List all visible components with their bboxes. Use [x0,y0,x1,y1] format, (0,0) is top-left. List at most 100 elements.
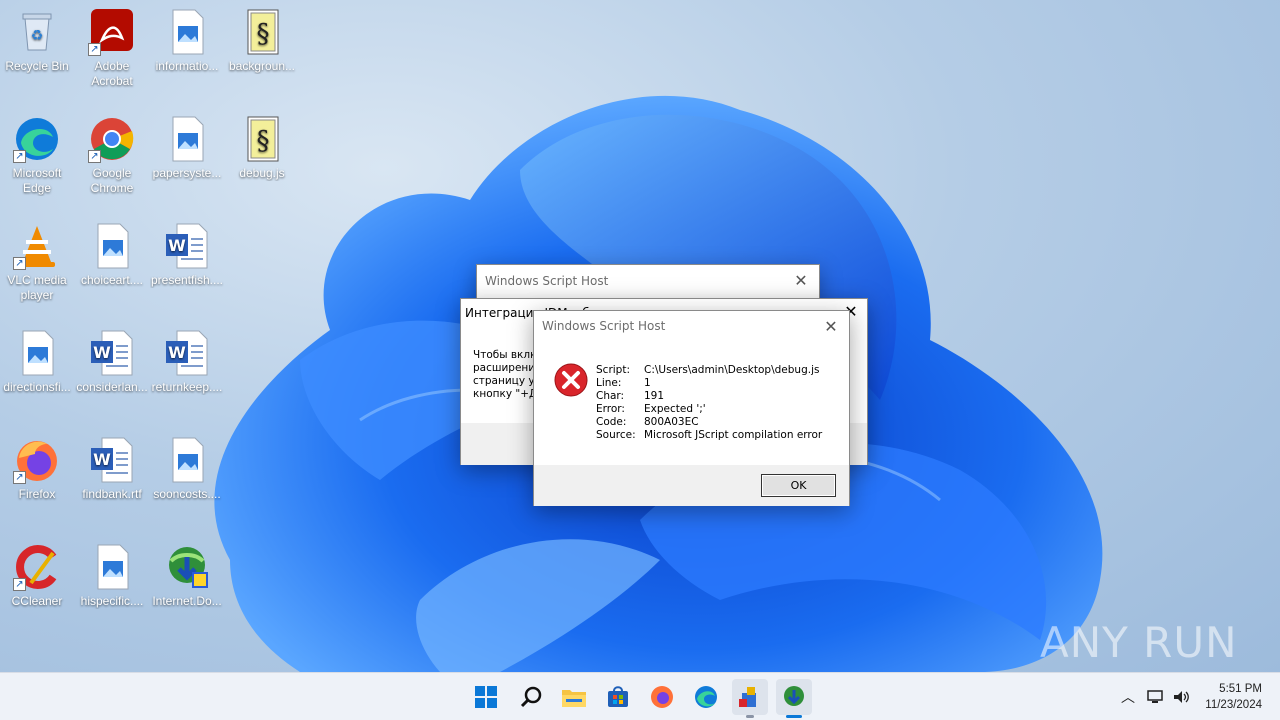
word-file-icon: W [88,329,136,377]
svg-text:W: W [93,343,111,362]
taskbar-edge[interactable] [688,679,724,715]
word-file-icon: W [163,222,211,270]
field-label: Line: [596,377,622,389]
chevron-up-icon[interactable]: ︿ [1118,687,1138,707]
running-indicator [746,715,754,718]
volume-icon[interactable] [1172,689,1192,705]
vlc-icon: ↗ [13,222,61,270]
windows-start-icon [475,686,497,708]
desktop-icon-choiceart[interactable]: choiceart.... [75,222,149,288]
dialog-footer: OK [534,465,849,506]
shortcut-arrow-icon: ↗ [88,150,101,163]
field-value: Expected ';' [644,403,706,415]
word-file-icon: W [88,436,136,484]
image-file-icon [88,222,136,270]
taskbar-script-host[interactable] [732,679,768,718]
desktop-icon-adobe-acrobat[interactable]: ↗ Adobe Acrobat [75,8,149,89]
desktop-icon-papersyste[interactable]: papersyste... [150,115,224,181]
search-icon [520,686,542,708]
field-label: Char: [596,390,625,402]
start-button[interactable] [468,679,504,715]
desktop-icon-findbank[interactable]: W findbank.rtf [75,436,149,502]
anyrun-watermark: ANY RUN [1040,617,1238,667]
field-value: 191 [644,390,665,402]
network-icon[interactable] [1146,689,1166,705]
dialog-title-bar[interactable]: Windows Script Host ✕ [534,311,849,341]
desktop-icon-ccleaner[interactable]: ↗ CCleaner [0,543,74,609]
dialog-title-bar[interactable]: Windows Script Host ✕ [477,265,819,297]
taskbar-store[interactable] [600,679,636,715]
close-icon[interactable]: ✕ [821,317,841,337]
close-icon[interactable]: ✕ [791,271,811,291]
shortcut-arrow-icon: ↗ [88,43,101,56]
ccleaner-icon: ↗ [13,543,61,591]
desktop-icon-backgroun[interactable]: § backgroun... [225,8,299,74]
script-file-icon: § [238,115,286,163]
taskbar-clock[interactable]: 5:51 PM 11/23/2024 [1205,681,1262,713]
field-value: 1 [644,377,651,389]
taskbar-firefox[interactable] [644,679,680,715]
idm-icon [163,543,211,591]
svg-text:♻: ♻ [31,27,44,43]
file-explorer-icon [562,690,586,707]
field-label: Code: [596,416,627,428]
field-value: C:\Users\admin\Desktop\debug.js [644,364,820,376]
image-file-icon [163,436,211,484]
ok-button[interactable]: OK [761,474,836,497]
shortcut-arrow-icon: ↗ [13,471,26,484]
desktop-icon-sooncosts[interactable]: sooncosts.... [150,436,224,502]
system-tray: ︿ [1118,673,1192,720]
firefox-icon: ↗ [13,436,61,484]
shortcut-arrow-icon: ↗ [13,578,26,591]
image-file-icon [13,329,61,377]
word-file-icon: W [163,329,211,377]
svg-text:§: § [257,19,270,49]
desktop-icon-microsoft-edge[interactable]: ↗ Microsoft Edge [0,115,74,196]
dialog-title: Windows Script Host [542,319,666,333]
field-label: Script: [596,364,630,376]
svg-text:W: W [93,450,111,469]
clock-date: 11/23/2024 [1205,699,1262,711]
desktop-icon-google-chrome[interactable]: ↗ Google Chrome [75,115,149,196]
active-indicator [786,715,802,718]
script-host-icon [739,687,756,707]
desktop-icon-firefox[interactable]: ↗ Firefox [0,436,74,502]
edge-icon: ↗ [13,115,61,163]
field-value: 800A03EC [644,416,699,428]
svg-text:W: W [168,343,186,362]
desktop-icon-recycle-bin[interactable]: ♻ Recycle Bin [0,8,74,74]
adobe-acrobat-icon: ↗ [88,8,136,56]
desktop-icon-considerlan[interactable]: W considerlan... [75,329,149,395]
desktop-icon-hispecific[interactable]: hispecific.... [75,543,149,609]
desktop-icons: ♻ Recycle Bin ↗ Adobe Acrobat informatio… [0,0,300,672]
desktop-icon-internet-download-manager[interactable]: Internet.Do... [150,543,224,609]
chrome-icon: ↗ [88,115,136,163]
field-label: Source: [596,429,636,441]
image-file-icon [163,115,211,163]
desktop-icon-directionsfi[interactable]: directionsfi... [0,329,74,395]
dialog-title: Windows Script Host [485,274,609,288]
shortcut-arrow-icon: ↗ [13,257,26,270]
field-label: Error: [596,403,625,415]
edge-icon [695,686,717,708]
desktop-icon-informatio[interactable]: informatio... [150,8,224,74]
script-host-error-dialog[interactable]: Windows Script Host ✕ Script: C:\Users\a… [533,310,850,506]
image-file-icon [163,8,211,56]
taskbar-idm[interactable] [776,679,812,718]
desktop-icon-vlc[interactable]: ↗ VLC media player [0,222,74,303]
desktop-icon-presentfish[interactable]: W presentfish.... [150,222,224,288]
field-value: Microsoft JScript compilation error [644,429,823,441]
desktop-icon-returnkeep[interactable]: W returnkeep.... [150,329,224,395]
error-details: Script: C:\Users\admin\Desktop\debug.js … [596,364,822,442]
error-icon [554,363,588,401]
svg-text:W: W [168,236,186,255]
idm-message: Чтобы вклк расширени страницу ус кнопку … [473,349,541,400]
store-icon [608,686,628,707]
search-button[interactable] [513,679,549,715]
clock-time: 5:51 PM [1219,683,1262,695]
script-file-icon: § [238,8,286,56]
svg-text:§: § [257,126,270,156]
recycle-bin-icon: ♻ [13,8,61,56]
taskbar-file-explorer[interactable] [556,679,592,715]
desktop-icon-debug-js[interactable]: § debug.js [225,115,299,181]
